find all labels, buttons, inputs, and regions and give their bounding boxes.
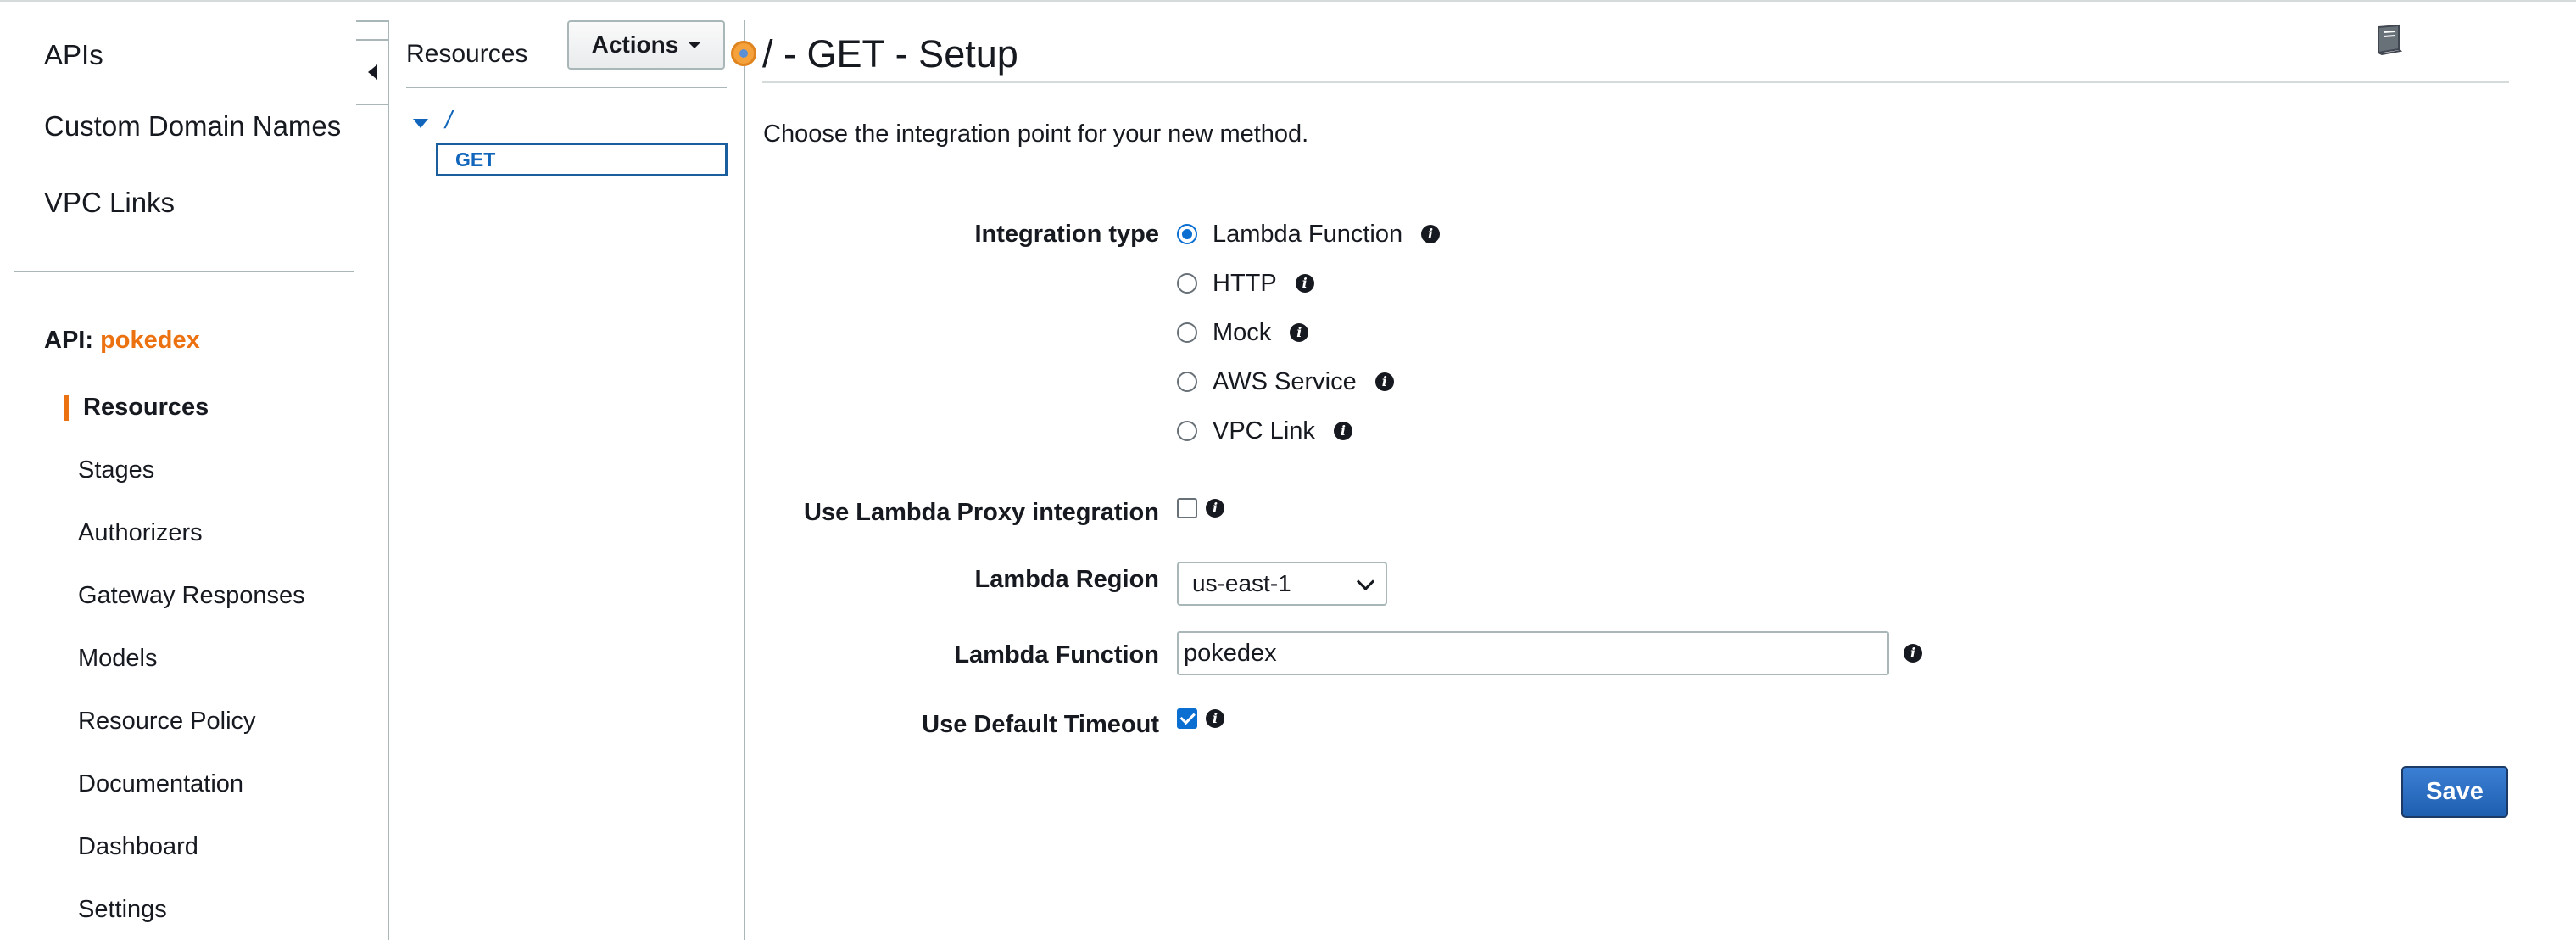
lambda-region-value: us-east-1 bbox=[1192, 570, 1291, 596]
chevron-left-icon bbox=[367, 64, 377, 80]
radio-lambda-function[interactable] bbox=[1177, 224, 1197, 244]
radio-vpc-link[interactable] bbox=[1177, 421, 1197, 441]
title-divider bbox=[762, 81, 2509, 83]
nav-sub-item-models[interactable]: Models bbox=[78, 645, 158, 673]
nav-sub-item-resource-policy[interactable]: Resource Policy bbox=[78, 708, 256, 736]
radio-label-aws-service[interactable]: AWS Service bbox=[1213, 368, 1357, 396]
intro-text: Choose the integration point for your ne… bbox=[763, 120, 1309, 148]
nav-sub-item-authorizers[interactable]: Authorizers bbox=[78, 519, 203, 547]
radio-mock[interactable] bbox=[1177, 322, 1197, 343]
info-icon[interactable]: i bbox=[1333, 422, 1352, 440]
radio-option-lambda-function[interactable]: Lambda Function i bbox=[1177, 217, 1441, 251]
collapse-tab-top-border bbox=[356, 20, 388, 22]
radio-http[interactable] bbox=[1177, 273, 1197, 294]
default-timeout-checkbox[interactable] bbox=[1177, 708, 1197, 729]
info-icon[interactable]: i bbox=[1295, 274, 1314, 293]
info-icon[interactable]: i bbox=[1206, 709, 1224, 728]
api-title: API: pokedex bbox=[44, 327, 200, 355]
nav-sub-item-resources[interactable]: Resources bbox=[83, 394, 209, 422]
radio-label-mock[interactable]: Mock bbox=[1213, 319, 1271, 347]
nav-sub-item-gateway-responses[interactable]: Gateway Responses bbox=[78, 582, 305, 610]
nav-sub-item-stages[interactable]: Stages bbox=[78, 456, 154, 484]
info-icon[interactable]: i bbox=[1904, 644, 1922, 663]
lambda-proxy-checkbox[interactable] bbox=[1177, 498, 1197, 518]
radio-aws-service[interactable] bbox=[1177, 372, 1197, 392]
resources-divider bbox=[406, 87, 727, 88]
lambda-proxy-control: i bbox=[1177, 491, 1224, 525]
default-timeout-label: Use Default Timeout bbox=[922, 711, 1159, 738]
collapse-nav-button[interactable] bbox=[356, 39, 388, 105]
radio-option-aws-service[interactable]: AWS Service i bbox=[1177, 365, 1394, 399]
page-title: / - GET - Setup bbox=[762, 32, 1018, 76]
default-timeout-control: i bbox=[1177, 702, 1224, 736]
radio-label-lambda-function[interactable]: Lambda Function bbox=[1213, 221, 1402, 249]
nav-sub-item-dashboard[interactable]: Dashboard bbox=[78, 833, 198, 861]
radio-label-vpc-link[interactable]: VPC Link bbox=[1213, 417, 1315, 445]
info-icon[interactable]: i bbox=[1374, 372, 1394, 391]
info-icon[interactable]: i bbox=[1206, 499, 1224, 518]
tree-expand-icon[interactable] bbox=[413, 119, 428, 128]
radio-option-mock[interactable]: Mock i bbox=[1177, 316, 1309, 350]
radio-option-http[interactable]: HTTP i bbox=[1177, 266, 1314, 300]
left-navigation: APIs Custom Domain Names VPC Links API: … bbox=[0, 2, 356, 940]
actions-dropdown-button[interactable]: Actions bbox=[567, 20, 725, 70]
active-indicator bbox=[64, 395, 69, 421]
info-icon[interactable]: i bbox=[1290, 323, 1309, 342]
nav-sub-item-documentation[interactable]: Documentation bbox=[78, 770, 243, 798]
integration-type-label: Integration type bbox=[974, 221, 1159, 248]
nav-sub-item-settings[interactable]: Settings bbox=[78, 896, 167, 924]
nav-item-vpc-links[interactable]: VPC Links bbox=[44, 187, 175, 219]
api-prefix: API: bbox=[44, 327, 93, 354]
lambda-function-label: Lambda Function bbox=[954, 641, 1159, 669]
resources-panel-title: Resources bbox=[406, 40, 528, 68]
tree-method-get[interactable]: GET bbox=[436, 143, 728, 176]
nav-item-apis[interactable]: APIs bbox=[44, 39, 103, 71]
api-name[interactable]: pokedex bbox=[100, 327, 200, 354]
lambda-region-select[interactable]: us-east-1 bbox=[1177, 562, 1387, 606]
save-button[interactable]: Save bbox=[2401, 766, 2508, 818]
lambda-proxy-label: Use Lambda Proxy integration bbox=[804, 499, 1159, 526]
radio-option-vpc-link[interactable]: VPC Link i bbox=[1177, 414, 1352, 448]
tree-root-resource[interactable]: / bbox=[445, 107, 452, 135]
main-content: / - GET - Setup Choose the integration p… bbox=[745, 2, 2576, 940]
lambda-region-label: Lambda Region bbox=[974, 566, 1159, 593]
nav-item-custom-domain-names[interactable]: Custom Domain Names bbox=[44, 110, 341, 143]
book-icon[interactable] bbox=[2372, 22, 2406, 58]
actions-label: Actions bbox=[591, 31, 679, 58]
nav-divider bbox=[14, 271, 354, 272]
radio-label-http[interactable]: HTTP bbox=[1213, 270, 1277, 298]
resources-panel: Resources Actions / GET bbox=[389, 2, 744, 940]
chevron-down-icon bbox=[1356, 572, 1375, 591]
caret-down-icon bbox=[689, 42, 701, 48]
lambda-function-input[interactable] bbox=[1177, 631, 1889, 675]
info-icon[interactable]: i bbox=[1421, 225, 1441, 243]
